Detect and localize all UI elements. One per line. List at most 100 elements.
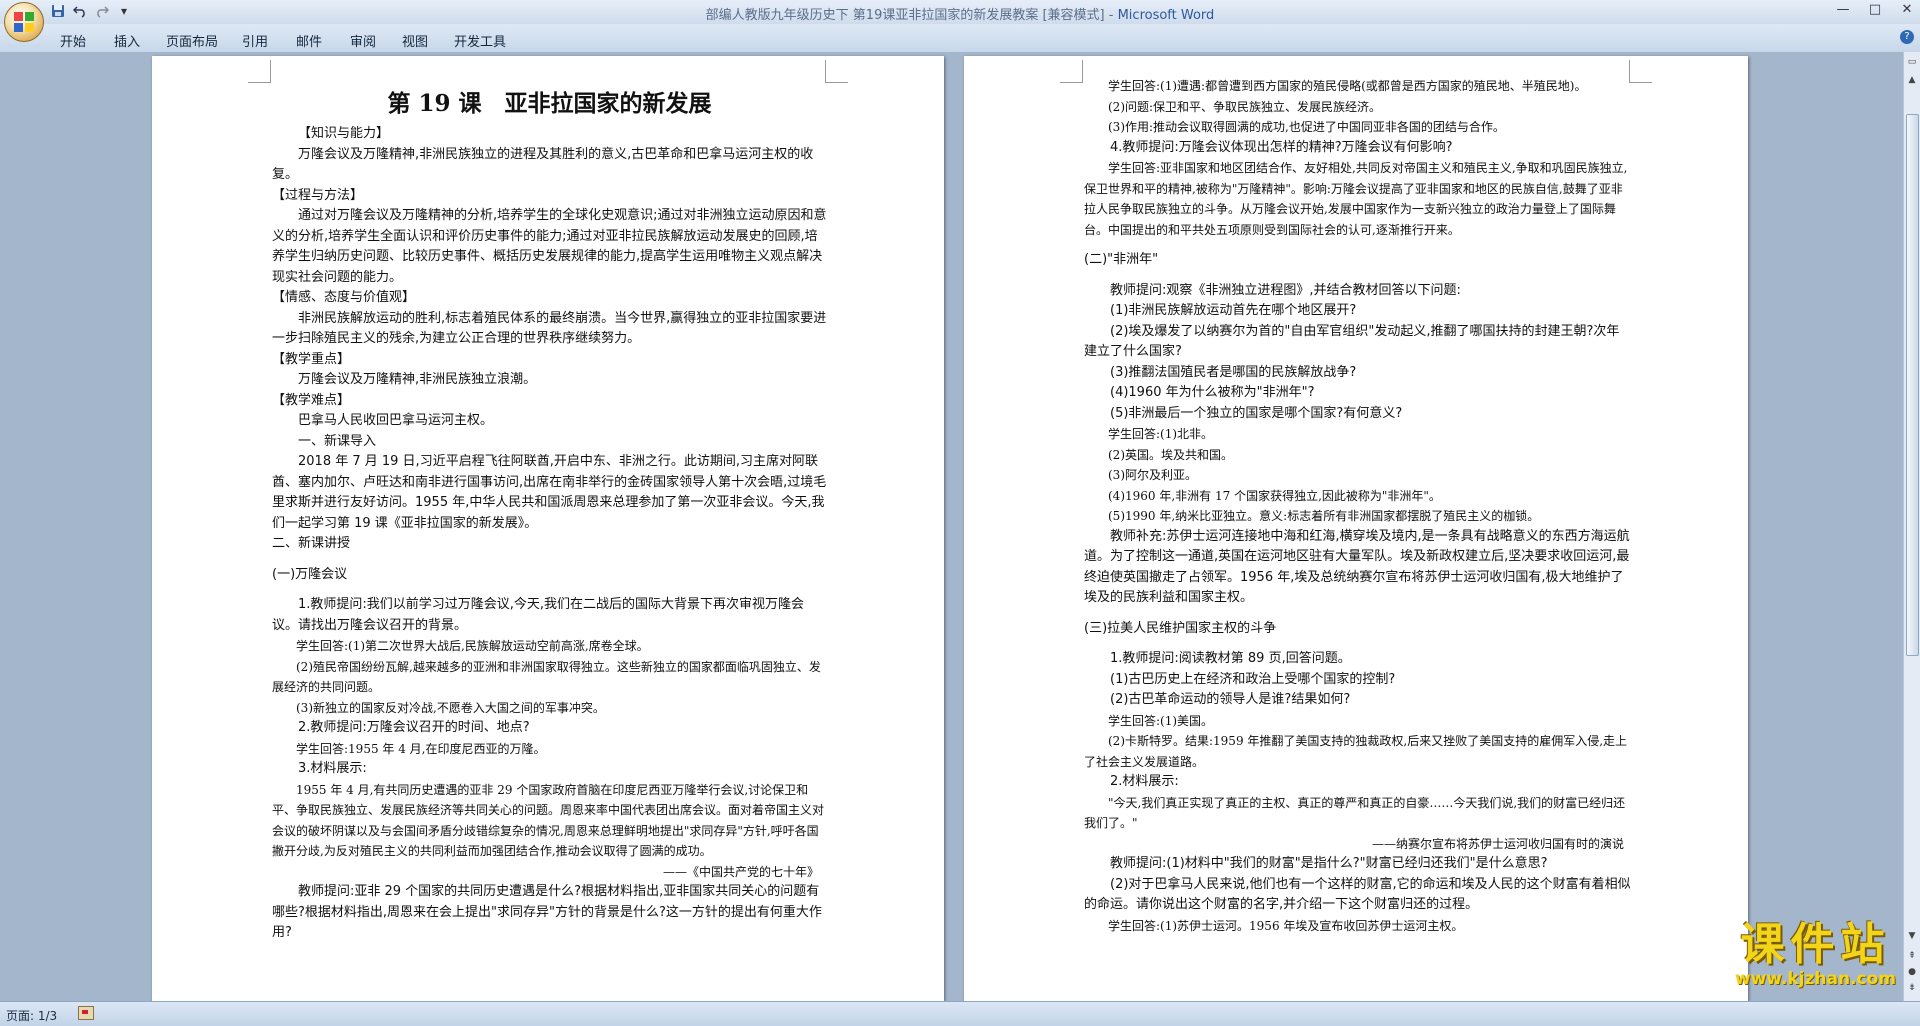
- paragraph: (三)拉美人民维护国家主权的斗争: [1084, 620, 1277, 636]
- paragraph: 【情感、态度与价值观】: [272, 290, 416, 305]
- office-logo-icon: [14, 12, 34, 32]
- title-separator: -: [1104, 8, 1118, 23]
- paragraph: 【教学重点】: [272, 351, 351, 367]
- app-name: Microsoft Word: [1117, 8, 1215, 23]
- crop-mark: [825, 60, 848, 83]
- paragraph: (2)问题:保卫和平、争取民族独立、发展民族经济。: [1108, 99, 1382, 114]
- page-1-content[interactable]: 第 19 课 亚非拉国家的新发展 【知识与能力】万隆会议及万隆精神,非洲民族独立…: [272, 84, 827, 944]
- watermark-logo: 课件站 www.kjzhan.com: [1735, 919, 1896, 990]
- paragraph: (4)1960 年为什么被称为"非洲年"?: [1110, 385, 1315, 400]
- paragraph: 3.材料展示:: [298, 761, 367, 776]
- paragraph: (2)对于巴拿马人民来说,他们也有一个这样的财富,它的命运和埃及人民的这个财富有…: [1084, 876, 1631, 913]
- paragraph: 教师提问:(1)材料中"我们的财富"是指什么?"财富已经归还我们"是什么意思?: [1110, 856, 1548, 871]
- crop-mark: [1629, 60, 1652, 83]
- paragraph: (1)古巴历史上在经济和政治上受哪个国家的控制?: [1110, 671, 1396, 687]
- paragraph: 【知识与能力】: [298, 126, 390, 141]
- paragraph: 4.教师提问:万隆会议体现出怎样的精神?万隆会议有何影响?: [1110, 139, 1453, 155]
- proofing-icon[interactable]: [78, 1006, 94, 1020]
- crop-mark: [248, 60, 271, 83]
- window-title: 部编人教版九年级历史下 第19课亚非拉国家的新发展教案 [兼容模式] - Mic…: [0, 4, 1920, 23]
- browse-object-icon[interactable]: ●: [1906, 966, 1918, 978]
- paragraph: 一、新课导入: [298, 433, 377, 449]
- paragraph: 1.教师提问:我们以前学习过万隆会议,今天,我们在二战后的国际大背景下再次审视万…: [272, 597, 805, 633]
- crop-mark: [1060, 60, 1083, 83]
- paragraph: (3)阿尔及利亚。: [1108, 468, 1197, 482]
- ruler-toggle-icon[interactable]: ▭: [1906, 56, 1918, 68]
- paragraph: 【教学难点】: [272, 392, 351, 408]
- tab-home[interactable]: 开始: [60, 31, 86, 50]
- paragraph: 学生回答:(1)美国。: [1108, 713, 1214, 728]
- tab-review[interactable]: 审阅: [350, 31, 376, 50]
- paragraph: (2)古巴革命运动的领导人是谁?结果如何?: [1110, 692, 1351, 707]
- paragraph: ——《中国共产党的七十年》: [662, 864, 819, 879]
- paragraph: 学生回答:(1)遭遇:都曾遭到西方国家的殖民侵略(或都曾是西方国家的殖民地、半殖…: [1108, 79, 1587, 93]
- document-title: 部编人教版九年级历史下 第19课亚非拉国家的新发展教案 [兼容模式]: [705, 8, 1105, 23]
- paragraph: 万隆会议及万隆精神,非洲民族独立浪潮。: [298, 372, 537, 387]
- paragraph: (4)1960 年,非洲有 17 个国家获得独立,因此被称为"非洲年"。: [1108, 488, 1441, 503]
- paragraph: 2018 年 7 月 19 日,习近平启程飞往阿联酋,开启中东、非洲之行。此访期…: [272, 454, 827, 531]
- scroll-down-icon[interactable]: ▼: [1906, 930, 1918, 942]
- paragraph: 巴拿马人民收回巴拿马运河主权。: [298, 413, 494, 428]
- paragraph: (2)英国。埃及共和国。: [1108, 447, 1233, 462]
- paragraph: 学生回答:亚非国家和地区团结合作、友好相处,共同反对帝国主义和殖民主义,争取和巩…: [1084, 161, 1628, 237]
- paragraph: 【过程与方法】: [272, 187, 364, 203]
- status-bar: 页面: 1/3: [0, 1001, 1920, 1026]
- paragraph: 通过对万隆会议及万隆精神的分析,培养学生的全球化史观意识;通过对非洲独立运动原因…: [272, 208, 827, 285]
- paragraph: (2)埃及爆发了以纳赛尔为首的"自由军官组织"发动起义,推翻了哪国扶持的封建王朝…: [1084, 323, 1620, 360]
- paragraph: (3)作用:推动会议取得圆满的成功,也促进了中国同亚非各国的团结与合作。: [1108, 120, 1505, 134]
- paragraph: 1.教师提问:阅读教材第 89 页,回答问题。: [1110, 651, 1351, 666]
- paragraph: (5)非洲最后一个独立的国家是哪个国家?有何意义?: [1110, 405, 1403, 421]
- document-page-1[interactable]: 第 19 课 亚非拉国家的新发展 【知识与能力】万隆会议及万隆精神,非洲民族独立…: [152, 56, 944, 1001]
- paragraph: 学生回答:(1)苏伊士运河。1956 年埃及宣布收回苏伊士运河主权。: [1108, 918, 1464, 933]
- tab-references[interactable]: 引用: [242, 31, 268, 50]
- paragraph: 学生回答:(1)第二次世界大战后,民族解放运动空前高涨,席卷全球。: [296, 639, 649, 653]
- title-bar: ▾ 部编人教版九年级历史下 第19课亚非拉国家的新发展教案 [兼容模式] - M…: [0, 0, 1920, 24]
- office-button[interactable]: [4, 2, 44, 42]
- paragraph: (5)1990 年,纳米比亚独立。意义:标志着所有非洲国家都摆脱了殖民主义的枷锁…: [1108, 509, 1540, 523]
- scroll-thumb[interactable]: [1906, 114, 1919, 656]
- paragraph: (1)非洲民族解放运动首先在哪个地区展开?: [1110, 303, 1357, 318]
- paragraph: 教师补充:苏伊士运河连接地中海和红海,横穿埃及境内,是一条具有战略意义的东西方海…: [1084, 528, 1630, 606]
- paragraph: 学生回答:(1)北非。: [1108, 427, 1214, 441]
- paragraph: 教师提问:观察《非洲独立进程图》,并结合教材回答以下问题:: [1110, 282, 1461, 298]
- page-2-body: 学生回答:(1)遭遇:都曾遭到西方国家的殖民侵略(或都曾是西方国家的殖民地、半殖…: [1084, 76, 1632, 936]
- paragraph: ——纳赛尔宣布将苏伊士运河收归国有时的演说: [1371, 836, 1624, 851]
- scroll-up-icon[interactable]: ▲: [1906, 74, 1918, 86]
- previous-page-icon[interactable]: ⇞: [1906, 950, 1918, 962]
- tab-developer[interactable]: 开发工具: [454, 31, 506, 50]
- close-icon[interactable]: ✕: [1898, 2, 1916, 17]
- maximize-icon[interactable]: □: [1866, 2, 1884, 17]
- paragraph: 二、新课讲授: [272, 536, 351, 551]
- tab-view[interactable]: 视图: [402, 31, 428, 50]
- watermark-main: 课件站: [1740, 919, 1891, 970]
- paragraph: (3)推翻法国殖民者是哪国的民族解放战争?: [1110, 364, 1357, 380]
- paragraph: 2.教师提问:万隆会议召开的时间、地点?: [298, 720, 530, 735]
- paragraph: "今天,我们真正实现了真正的主权、真正的尊严和真正的自豪……今天我们说,我们的财…: [1084, 795, 1626, 831]
- paragraph: 万隆会议及万隆精神,非洲民族独立的进程及其胜利的意义,古巴革命和巴拿马运河主权的…: [272, 146, 814, 183]
- help-icon[interactable]: ?: [1900, 30, 1914, 44]
- ribbon-tabs: 开始 插入 页面布局 引用 邮件 审阅 视图 开发工具 ?: [0, 24, 1920, 53]
- next-page-icon[interactable]: ⇟: [1906, 982, 1918, 994]
- page-1-body: 【知识与能力】万隆会议及万隆精神,非洲民族独立的进程及其胜利的意义,古巴革命和巴…: [272, 124, 827, 944]
- paragraph: (一)万隆会议: [272, 566, 348, 582]
- minimize-icon[interactable]: —: [1834, 2, 1852, 17]
- paragraph: (2)殖民帝国纷纷瓦解,越来越多的亚洲和非洲国家取得独立。这些新独立的国家都面临…: [272, 659, 821, 695]
- tab-insert[interactable]: 插入: [114, 31, 140, 50]
- tab-mailings[interactable]: 邮件: [296, 31, 322, 50]
- page-count[interactable]: 页面: 1/3: [6, 1007, 57, 1024]
- document-page-2[interactable]: 学生回答:(1)遭遇:都曾遭到西方国家的殖民侵略(或都曾是西方国家的殖民地、半殖…: [964, 56, 1748, 1001]
- paragraph: 教师提问:亚非 29 个国家的共同历史遭遇是什么?根据材料指出,亚非国家共同关心…: [272, 884, 822, 940]
- page-title: 第 19 课 亚非拉国家的新发展: [387, 90, 712, 117]
- page-2-content[interactable]: 学生回答:(1)遭遇:都曾遭到西方国家的殖民侵略(或都曾是西方国家的殖民地、半殖…: [1084, 76, 1632, 936]
- paragraph: 2.材料展示:: [1110, 774, 1179, 789]
- tab-page-layout[interactable]: 页面布局: [166, 31, 218, 50]
- paragraph: 非洲民族解放运动的胜利,标志着殖民体系的最终崩溃。当今世界,赢得独立的亚非拉国家…: [272, 310, 827, 347]
- paragraph: (2)卡斯特罗。结果:1959 年推翻了美国支持的独裁政权,后来又挫败了美国支持…: [1084, 734, 1628, 769]
- vertical-scrollbar[interactable]: ▭ ▲ ▼ ⇞ ● ⇟: [1903, 52, 1920, 1001]
